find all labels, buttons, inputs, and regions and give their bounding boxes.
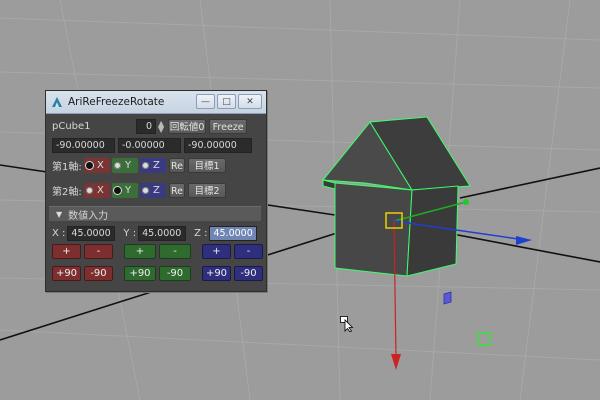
axis2-z-label: Z bbox=[153, 185, 160, 196]
maximize-button[interactable]: □ bbox=[217, 94, 236, 109]
maya-app-icon bbox=[52, 97, 62, 107]
maximize-icon: □ bbox=[222, 96, 231, 107]
window-titlebar[interactable]: AriReFreezeRotate — □ ✕ bbox=[46, 91, 266, 114]
y-minus90-button[interactable]: -90 bbox=[159, 266, 191, 281]
num-x-label: X : bbox=[52, 228, 66, 239]
mouse-cursor-icon bbox=[340, 316, 354, 332]
axis1-radio-z[interactable]: Z bbox=[140, 158, 166, 173]
x-minus-button[interactable]: - bbox=[84, 244, 113, 259]
object-name-label: pCube1 bbox=[52, 121, 91, 132]
radio-icon bbox=[86, 187, 93, 194]
rotate-x-field[interactable]: -90.00000 bbox=[52, 138, 115, 153]
radio-icon bbox=[142, 162, 149, 169]
target2-button[interactable]: 目標2 bbox=[188, 183, 226, 198]
arirefreeze-window: AriReFreezeRotate — □ ✕ pCube1 0 ▲ ▼ 回転値0… bbox=[45, 90, 267, 292]
axis1-radio-y[interactable]: Y bbox=[112, 158, 138, 173]
axis1-x-label: X bbox=[97, 160, 104, 171]
axis1-label: 第1軸: bbox=[52, 162, 82, 173]
numeric-section-title: 数値入力 bbox=[68, 210, 109, 222]
axis1-y-label: Y bbox=[125, 160, 132, 171]
rotate-z-field[interactable]: -90.00000 bbox=[184, 138, 252, 153]
target1-button[interactable]: 目標1 bbox=[188, 158, 226, 173]
z-plus90-button[interactable]: +90 bbox=[202, 266, 231, 281]
rotate-y-field[interactable]: -0.00000 bbox=[118, 138, 181, 153]
radio-icon bbox=[142, 187, 149, 194]
z-plus-button[interactable]: + bbox=[202, 244, 231, 259]
axis2-re-button[interactable]: Re bbox=[169, 183, 185, 198]
axis2-radio-y[interactable]: Y bbox=[112, 183, 138, 198]
y-plus90-button[interactable]: +90 bbox=[124, 266, 156, 281]
num-y-field[interactable]: 45.0000 bbox=[138, 226, 187, 241]
y-plus-button[interactable]: + bbox=[124, 244, 156, 259]
x-plus-button[interactable]: + bbox=[52, 244, 81, 259]
radio-icon bbox=[114, 162, 121, 169]
axis1-radio-x[interactable]: X bbox=[84, 158, 110, 173]
minimize-icon: — bbox=[201, 96, 210, 107]
window-title: AriReFreezeRotate bbox=[68, 96, 165, 108]
num-y-label: Y : bbox=[123, 228, 137, 239]
z-minus-button[interactable]: - bbox=[234, 244, 263, 259]
x-minus90-button[interactable]: -90 bbox=[84, 266, 113, 281]
y-minus-button[interactable]: - bbox=[159, 244, 191, 259]
close-button[interactable]: ✕ bbox=[238, 94, 262, 109]
minimize-button[interactable]: — bbox=[196, 94, 215, 109]
axis2-label: 第2軸: bbox=[52, 187, 82, 198]
axis2-radio-z[interactable]: Z bbox=[140, 183, 166, 198]
x-plus90-button[interactable]: +90 bbox=[52, 266, 81, 281]
collapse-arrow-icon: ▼ bbox=[56, 209, 63, 219]
axis2-radio-x[interactable]: X bbox=[84, 183, 110, 198]
spin-arrows-icon[interactable]: ▲ ▼ bbox=[158, 119, 164, 133]
num-z-label: Z : bbox=[194, 228, 208, 239]
axis2-x-label: X bbox=[97, 185, 104, 196]
axis1-re-button[interactable]: Re bbox=[169, 158, 185, 173]
freeze-button[interactable]: Freeze bbox=[209, 119, 248, 134]
num-x-field[interactable]: 45.0000 bbox=[67, 226, 116, 241]
spin-value-field[interactable]: 0 bbox=[136, 119, 156, 134]
numeric-section-header[interactable]: ▼ 数値入力 bbox=[49, 206, 261, 222]
radio-selected-icon bbox=[86, 162, 93, 169]
axis2-y-label: Y bbox=[125, 185, 132, 196]
z-minus90-button[interactable]: -90 bbox=[234, 266, 263, 281]
close-icon: ✕ bbox=[246, 96, 254, 107]
reset-rotation-button[interactable]: 回転値0 bbox=[168, 119, 207, 134]
radio-selected-icon bbox=[114, 187, 121, 194]
axis1-z-label: Z bbox=[153, 160, 160, 171]
num-z-field[interactable]: 45.0000 bbox=[209, 226, 258, 241]
